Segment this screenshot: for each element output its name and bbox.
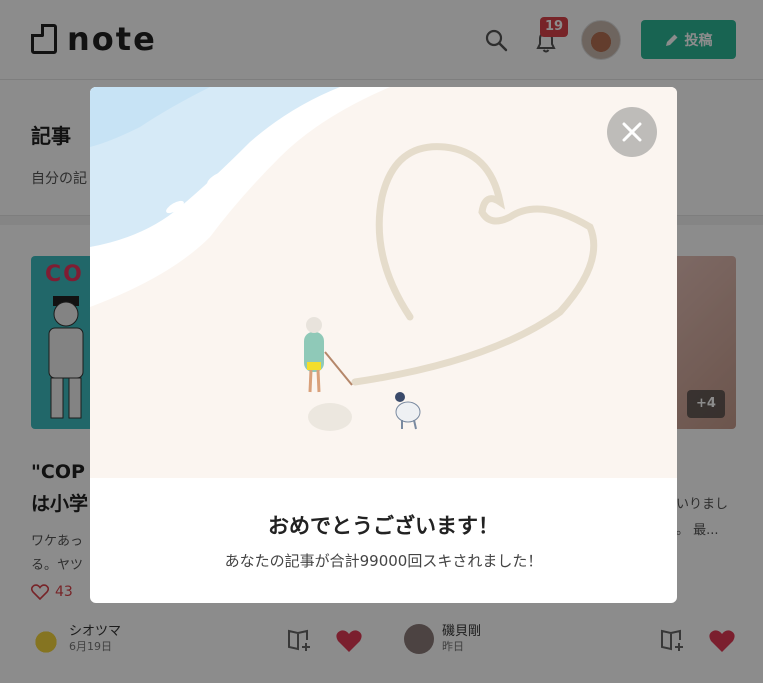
modal-title: おめでとうございます！ bbox=[268, 514, 499, 538]
close-icon bbox=[622, 122, 642, 142]
beach-heart-illustration bbox=[90, 87, 677, 478]
celebration-modal: おめでとうございます！ あなたの記事が合計99000回スキされました！ bbox=[90, 87, 677, 603]
modal-message: あなたの記事が合計99000回スキされました！ bbox=[224, 552, 543, 570]
close-button[interactable] bbox=[607, 107, 657, 157]
